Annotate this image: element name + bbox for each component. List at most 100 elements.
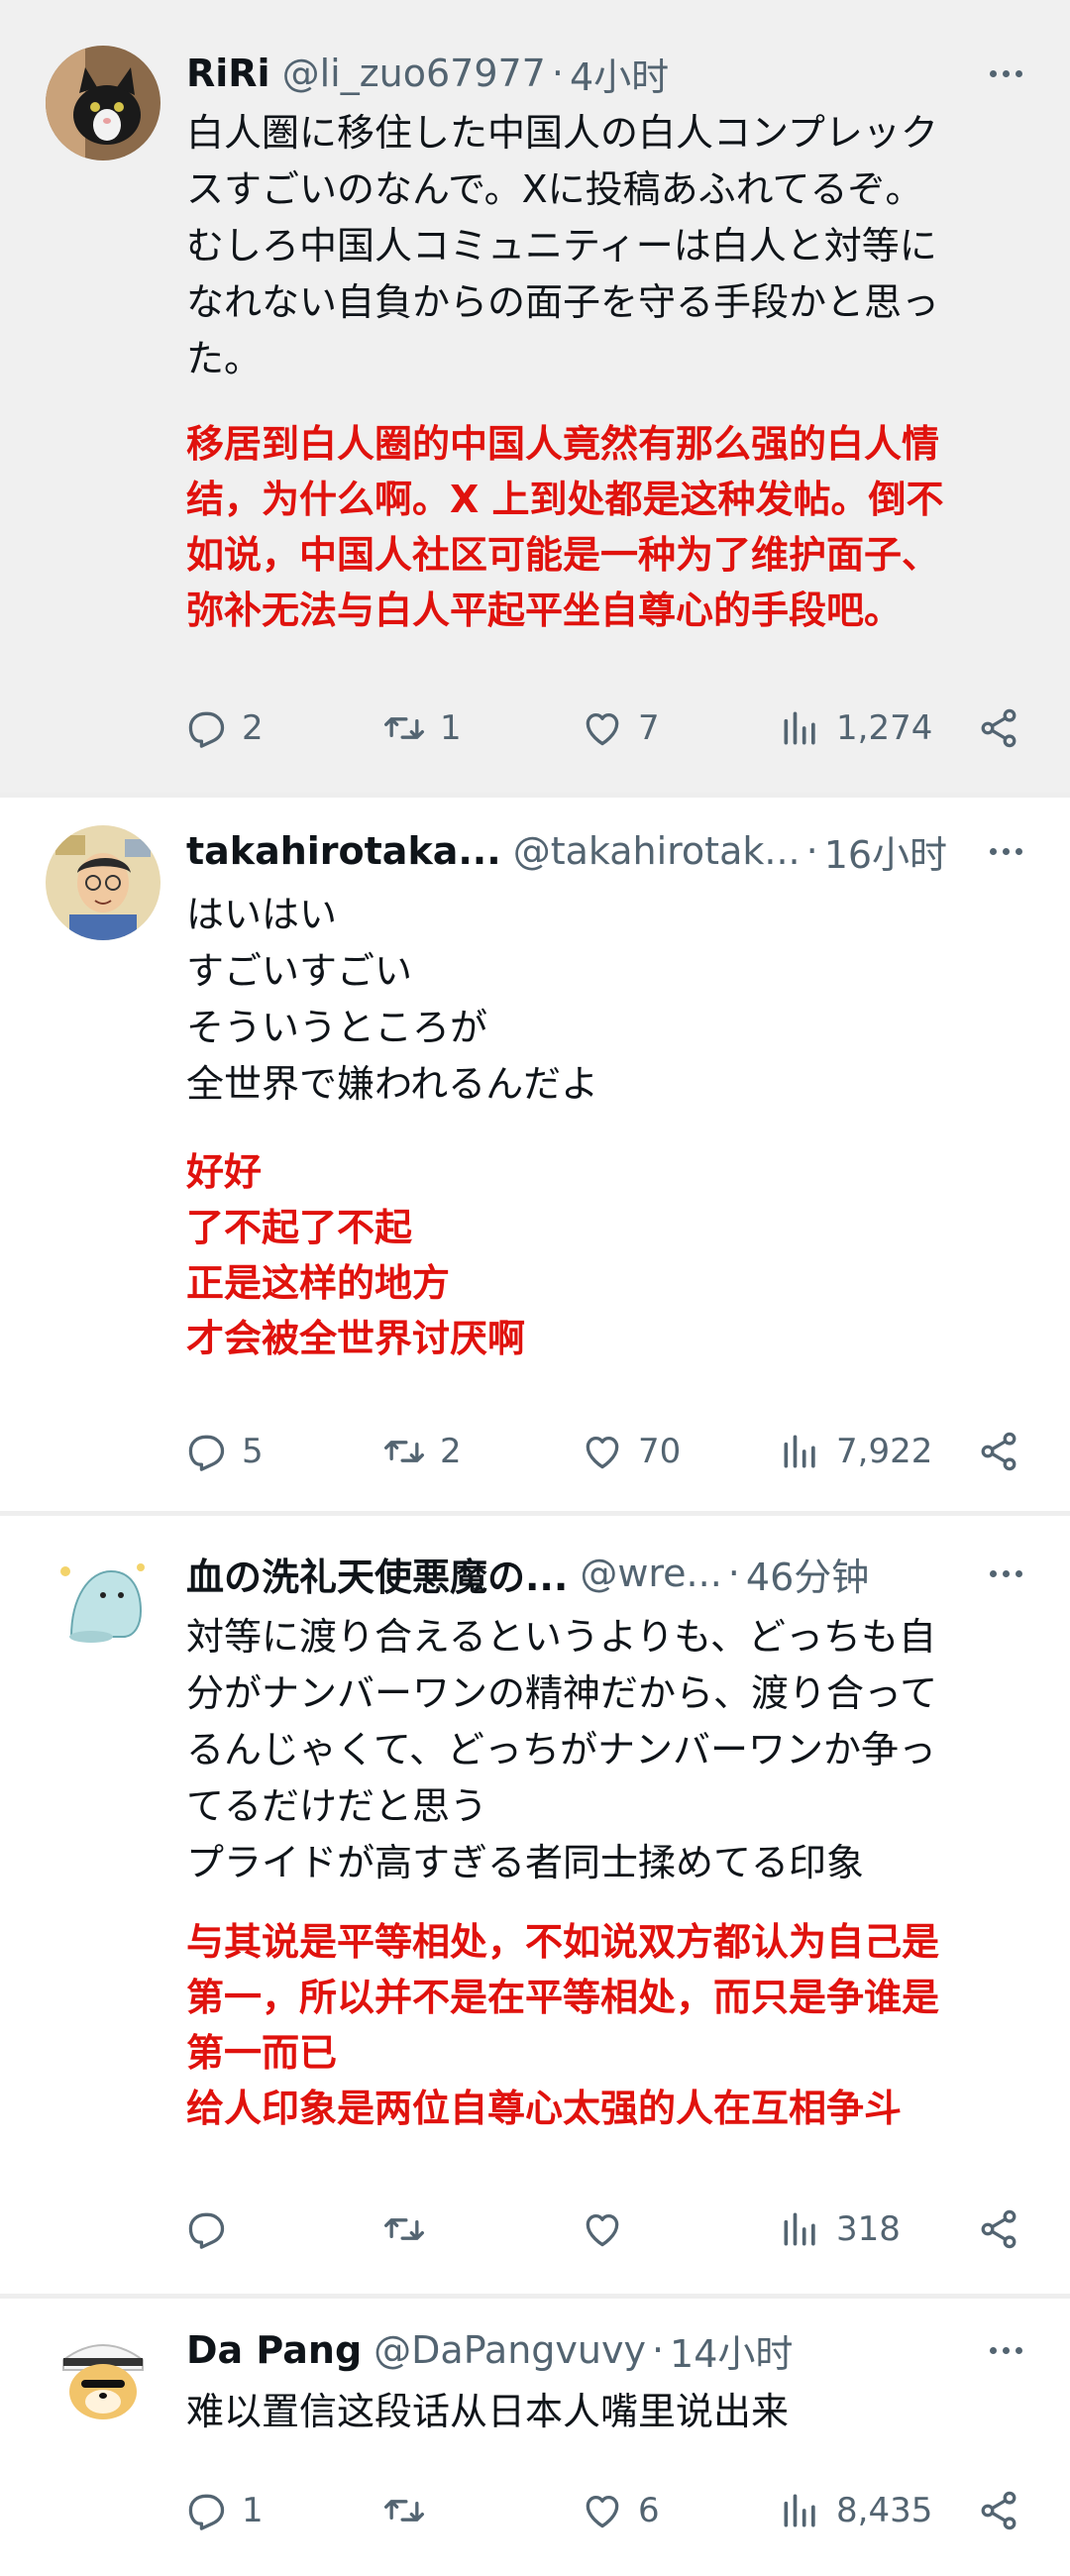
tweet-1[interactable]: RiRi @li_zuo67977 · 4小时 白人圏に移住した中国人の白人コン…	[0, 0, 1070, 793]
views-button[interactable]: 1,274	[779, 698, 932, 758]
reply-button[interactable]	[184, 2200, 242, 2259]
like-button[interactable]: 7	[581, 698, 660, 758]
share-button[interactable]	[977, 698, 1020, 758]
avatar-dino[interactable]	[46, 1542, 160, 1657]
reply-button[interactable]: 2	[184, 698, 264, 758]
like-count: 7	[638, 708, 660, 748]
retweet-icon	[384, 717, 424, 739]
like-icon	[586, 2495, 619, 2528]
cat-avatar-icon	[46, 46, 160, 161]
separator-dot: ·	[727, 1552, 740, 1595]
user-handle[interactable]: @DaPangvuvy	[374, 2328, 646, 2372]
text-line: むしろ中国人コミュニティーは白人と対等に	[186, 224, 937, 268]
separator-dot: ·	[805, 829, 818, 873]
translation-line: 了不起了不起	[186, 1206, 413, 1249]
reply-icon	[188, 2212, 225, 2249]
like-button[interactable]: 6	[581, 2481, 660, 2540]
timestamp[interactable]: 4小时	[570, 47, 669, 101]
tweet-2[interactable]: takahirotaka... @takahirotak... · 16小时 は…	[0, 798, 1070, 1511]
share-icon	[981, 2491, 1016, 2530]
text-line: そういうところが	[186, 1006, 488, 1049]
translation-line: 结，为什么啊。X 上到处都是这种发帖。倒不	[186, 478, 944, 521]
more-icon[interactable]	[971, 1544, 1040, 1603]
share-button[interactable]	[977, 2200, 1020, 2259]
translation-line: 才会被全世界讨厌啊	[186, 1317, 526, 1360]
reply-icon	[188, 2494, 225, 2530]
avatar-man[interactable]	[46, 825, 160, 940]
reply-button[interactable]: 1	[184, 2481, 264, 2540]
views-button[interactable]: 318	[779, 2200, 901, 2259]
text-line: た。	[186, 337, 263, 380]
translation-line: 与其说是平等相处，不如说双方都认为自己是	[186, 1920, 940, 1964]
retweet-icon	[384, 2218, 424, 2240]
reply-count: 2	[242, 708, 264, 748]
text-line: なれない自負からの面子を守る手段かと思っ	[186, 280, 940, 324]
share-button[interactable]	[977, 1422, 1020, 1481]
separator-dot: ·	[551, 52, 564, 95]
display-name[interactable]: Da Pang	[186, 2328, 362, 2372]
translation-line: 如说，中国人社区可能是一种为了维护面子、	[186, 533, 940, 577]
retweet-count: 2	[440, 1432, 462, 1471]
reply-button[interactable]: 5	[184, 1422, 264, 1481]
man-avatar-icon	[46, 825, 160, 940]
like-button[interactable]: 70	[581, 1422, 681, 1481]
retweet-button[interactable]	[382, 2200, 440, 2259]
tweet-header: RiRi @li_zuo67977 · 4小时	[186, 44, 1040, 103]
user-handle[interactable]: @wre...	[580, 1552, 721, 1595]
translation-line: 第一，所以并不是在平等相处，而只是争谁是	[186, 1976, 940, 2019]
views-button[interactable]: 7,922	[779, 1422, 932, 1481]
views-icon	[784, 1435, 815, 1468]
tweet-3[interactable]: 血の洗礼天使悪魔の... @wre... · 46分钟 対等に渡り合えるというよ…	[0, 1516, 1070, 2294]
avatar-dog[interactable]	[46, 2320, 160, 2435]
user-handle[interactable]: @li_zuo67977	[282, 52, 546, 95]
action-bar: 2 1 7 1,274	[184, 698, 1026, 758]
translation-line: 正是这样的地方	[186, 1261, 451, 1305]
share-icon	[981, 2209, 1016, 2249]
tweet-4[interactable]: Da Pang @DaPangvuvy · 14小时 难以置信这段话从日本人嘴里…	[0, 2299, 1070, 2576]
translation-line: 好好	[186, 1150, 263, 1194]
reply-count: 1	[242, 2491, 264, 2530]
views-icon	[784, 2494, 815, 2527]
user-handle[interactable]: @takahirotak...	[513, 829, 801, 873]
like-count: 6	[638, 2491, 660, 2530]
share-icon	[981, 1432, 1016, 1471]
dinosaur-avatar-icon	[46, 1542, 160, 1657]
more-icon[interactable]	[971, 44, 1040, 103]
action-bar: 318	[184, 2200, 1026, 2259]
share-icon	[981, 708, 1016, 748]
retweet-button[interactable]: 2	[382, 1422, 462, 1481]
retweet-button[interactable]	[382, 2481, 440, 2540]
timestamp[interactable]: 16小时	[824, 824, 947, 879]
text-line: すごいすごい	[186, 949, 413, 993]
retweet-button[interactable]: 1	[382, 698, 462, 758]
translation-line: 移居到白人圈的中国人竟然有那么强的白人情	[186, 422, 940, 466]
like-button[interactable]	[581, 2200, 638, 2259]
views-count: 8,435	[836, 2491, 933, 2530]
more-icon[interactable]	[971, 821, 1040, 881]
views-button[interactable]: 8,435	[779, 2481, 932, 2540]
like-icon	[586, 712, 619, 746]
text-line: はいはい	[186, 893, 338, 936]
share-button[interactable]	[977, 2481, 1020, 2540]
tweet-text-ja: はいはい すごいすごい そういうところが 全世界で嫌われるんだよ	[186, 887, 1038, 1113]
display-name[interactable]: 血の洗礼天使悪魔の...	[186, 1547, 568, 1601]
separator-dot: ·	[651, 2328, 665, 2372]
avatar-cat[interactable]	[46, 46, 160, 161]
reply-icon	[188, 711, 225, 748]
retweet-count: 1	[440, 708, 462, 748]
text-line: 分がナンバーワンの精神だから、渡り合って	[186, 1671, 938, 1715]
tweet-text: 难以置信这段话从日本人嘴里说出来	[186, 2384, 1038, 2440]
translation-text-zh: 与其说是平等相处，不如说双方都认为自己是 第一，所以并不是在平等相处，而只是争谁…	[186, 1914, 1038, 2136]
display-name[interactable]: RiRi	[186, 52, 270, 95]
timestamp[interactable]: 14小时	[670, 2323, 793, 2378]
more-icon[interactable]	[971, 2320, 1040, 2380]
retweet-icon	[384, 2500, 424, 2522]
retweet-icon	[384, 1441, 424, 1462]
like-count: 70	[638, 1432, 682, 1471]
display-name[interactable]: takahirotaka...	[186, 829, 501, 873]
like-icon	[586, 2213, 619, 2247]
translation-line: 第一而已	[186, 2031, 338, 2075]
timestamp[interactable]: 46分钟	[746, 1547, 869, 1601]
text-line: スすごいのなんで。Xに投稿あふれてるぞ。	[186, 167, 923, 211]
translation-text-zh: 好好 了不起了不起 正是这样的地方 才会被全世界讨厌啊	[186, 1144, 1038, 1366]
